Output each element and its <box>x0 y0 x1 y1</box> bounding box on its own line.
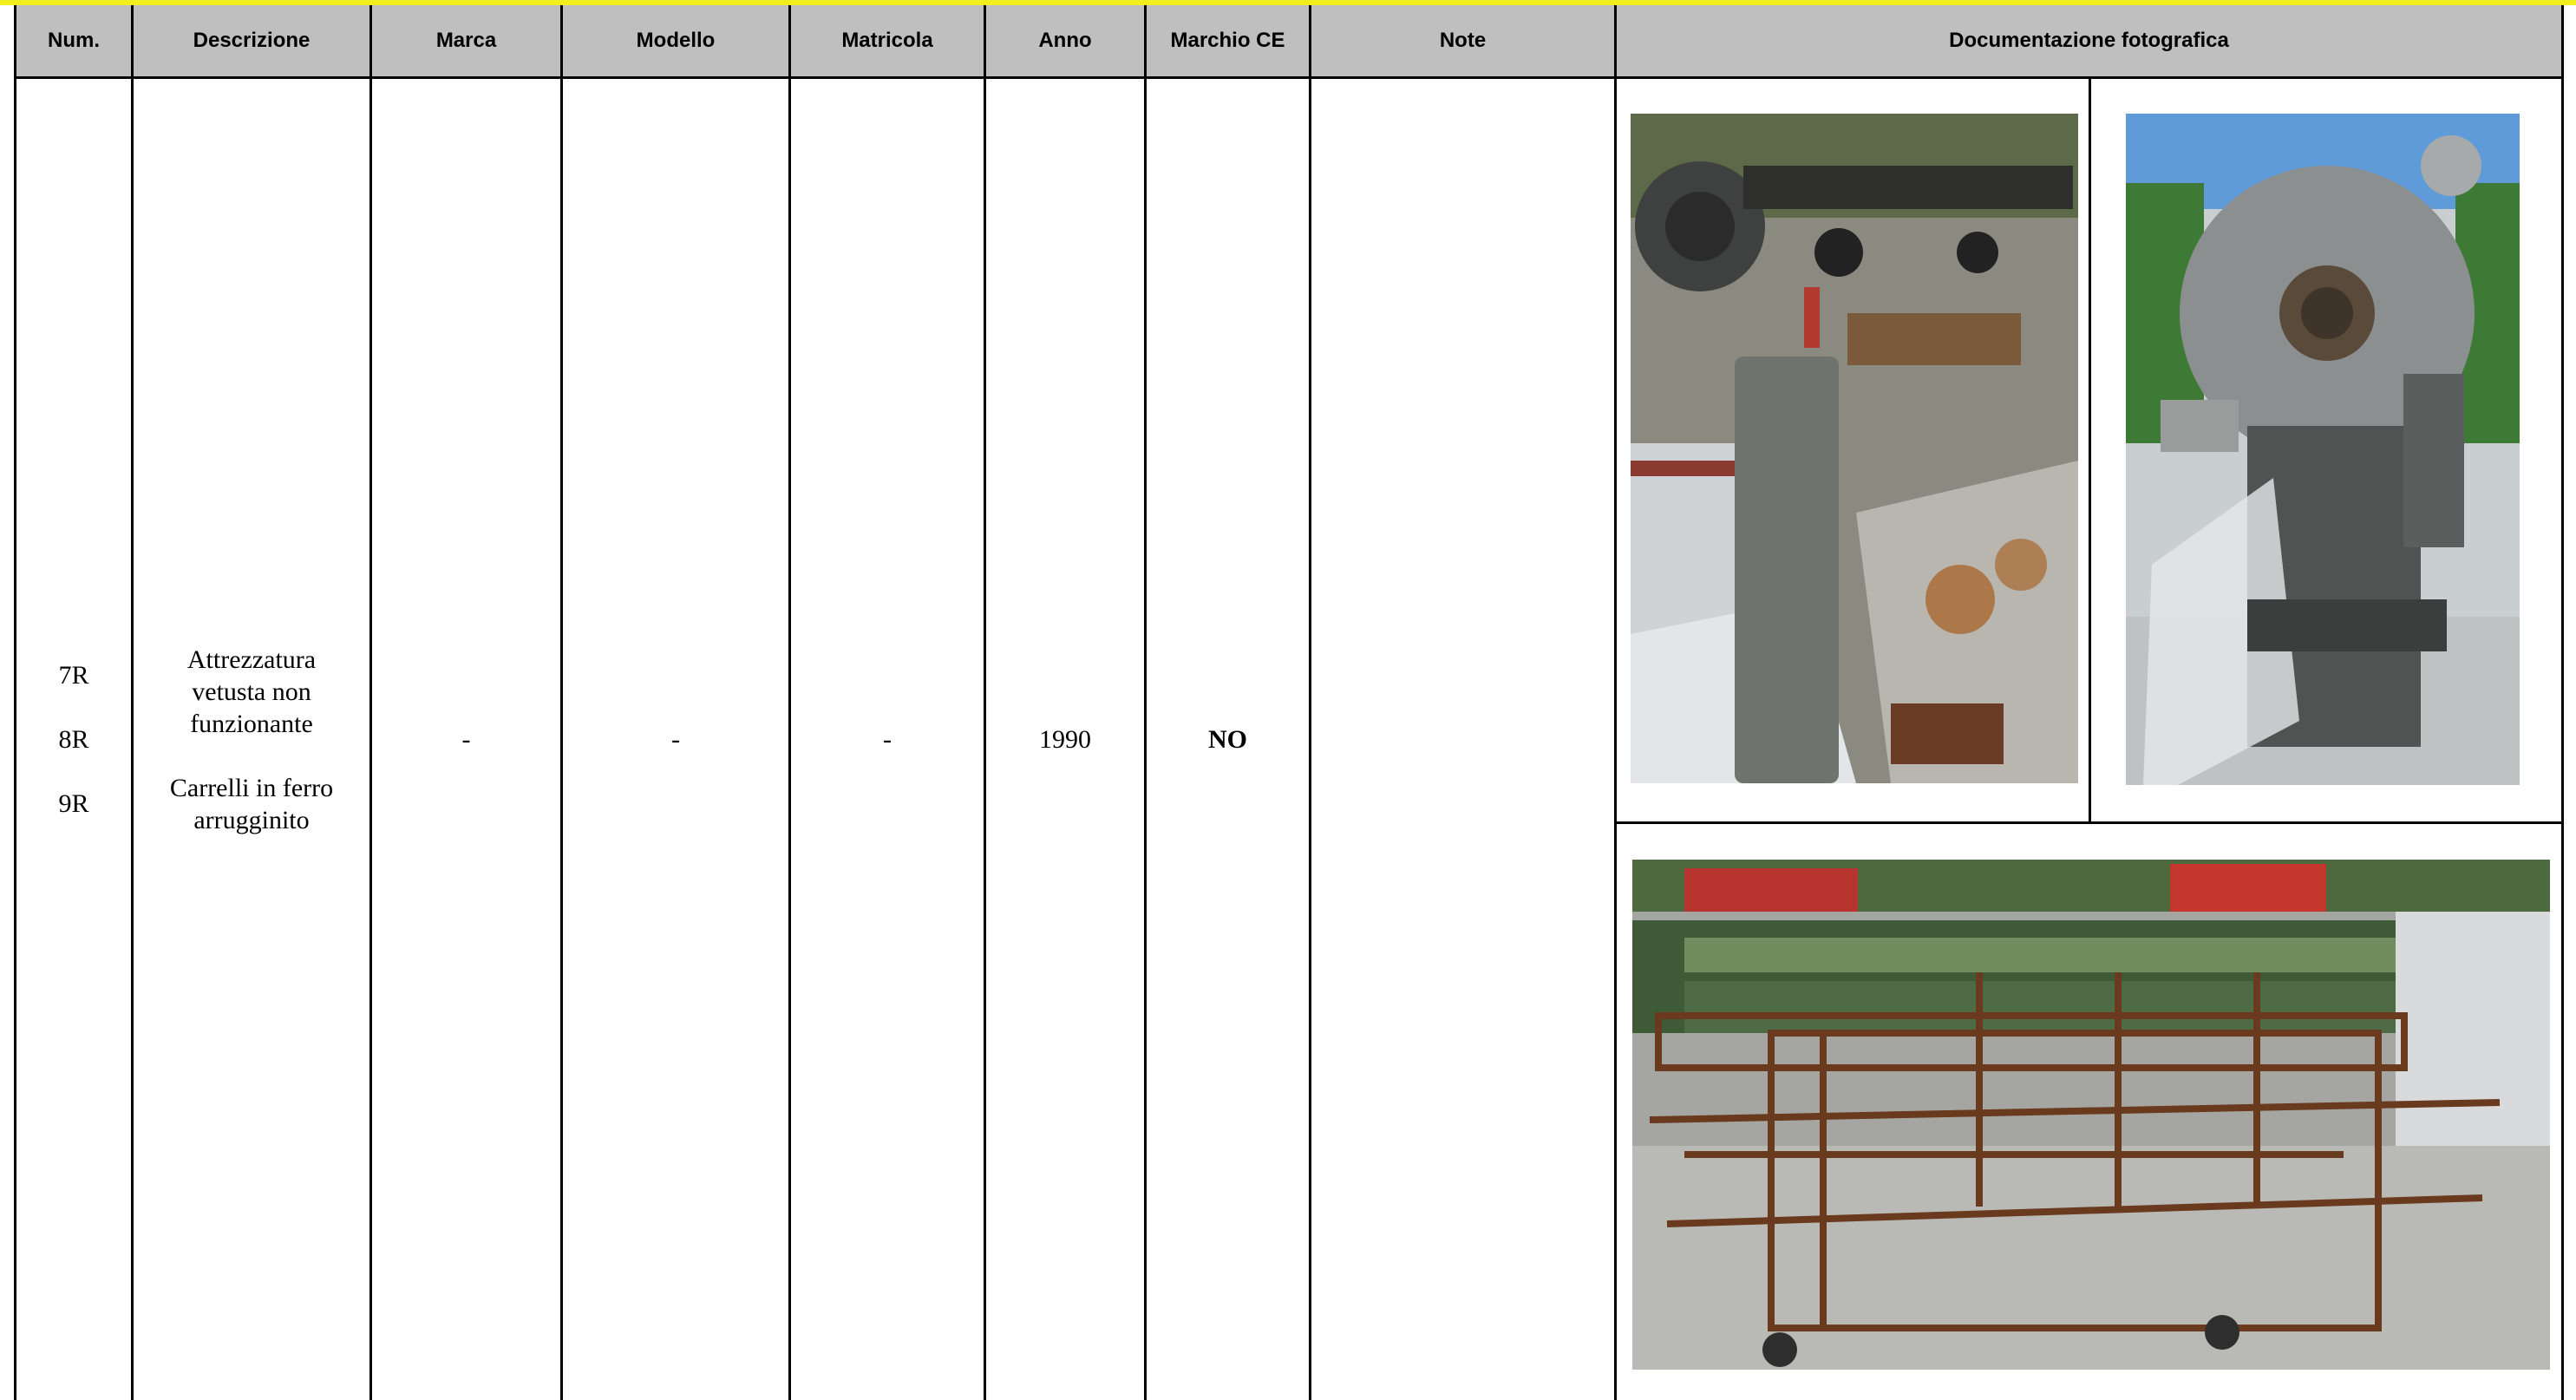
descrizione-line: Carrelli in ferro <box>169 773 334 802</box>
photo-machinery-1 <box>1631 114 2078 783</box>
anno-value: 1990 <box>1039 724 1091 754</box>
marchio-ce-value: NO <box>1208 724 1247 754</box>
cell-descrizione: Attrezzatura vetusta non funzionante Car… <box>134 79 372 1400</box>
cell-documentazione-fotografica <box>1617 79 2561 1400</box>
cell-num: 7R 8R 9R <box>16 79 134 1400</box>
cell-matricola: - <box>791 79 986 1400</box>
cell-anno: 1990 <box>986 79 1147 1400</box>
num-value: 8R <box>58 724 89 754</box>
num-value: 7R <box>58 660 89 690</box>
cell-modello: - <box>563 79 791 1400</box>
header-descrizione: Descrizione <box>134 5 372 79</box>
header-anno: Anno <box>986 5 1147 79</box>
header-documentazione-fotografica: Documentazione fotografica <box>1617 5 2561 79</box>
header-num: Num. <box>16 5 134 79</box>
descrizione-line: vetusta non <box>192 677 311 706</box>
descrizione-line: funzionante <box>190 709 313 738</box>
header-marchio-ce: Marchio CE <box>1147 5 1311 79</box>
equipment-table: Num. Descrizione Marca Modello Matricola… <box>14 5 2564 1400</box>
descrizione-line: Attrezzatura <box>186 644 317 674</box>
photo-divider-vertical <box>2089 79 2091 821</box>
header-marca: Marca <box>372 5 563 79</box>
photo-rusty-carts <box>1632 860 2550 1370</box>
modello-value: - <box>671 724 680 754</box>
photo-divider-horizontal <box>1617 821 2561 824</box>
marca-value: - <box>461 724 471 754</box>
header-matricola: Matricola <box>791 5 986 79</box>
cell-note <box>1311 79 1617 1400</box>
header-modello: Modello <box>563 5 791 79</box>
cell-marca: - <box>372 79 563 1400</box>
photo-machinery-2 <box>2126 114 2520 785</box>
num-value: 9R <box>58 788 89 818</box>
descrizione-line: arrugginito <box>193 805 310 834</box>
matricola-value: - <box>883 724 892 754</box>
cell-marchio-ce: NO <box>1147 79 1311 1400</box>
header-note: Note <box>1311 5 1617 79</box>
